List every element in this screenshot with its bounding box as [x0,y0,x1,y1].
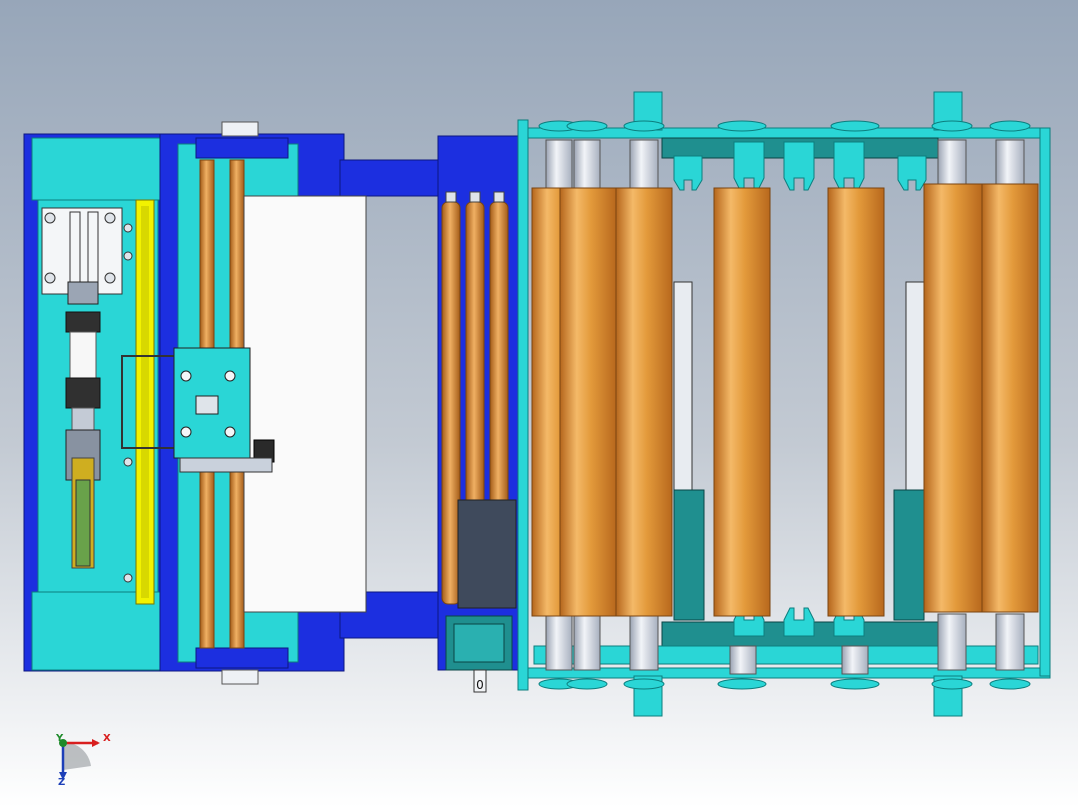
clevis-top [67,281,99,305]
mount-slot-right [87,211,99,283]
side-slide-rail-left [673,281,693,493]
shaft-end-bottom [629,613,659,671]
screw-head [123,573,133,583]
cylinder-rod-lower [71,407,95,431]
side-block-left [673,489,705,621]
shaft-end-bottom [841,645,869,675]
slot-inner [75,479,91,567]
orientation-triad [59,739,100,780]
lever-arm [179,457,273,473]
side-block-right [893,489,925,621]
bearing-boss [931,678,973,690]
cylinder-body-black [65,311,101,333]
frame-left-plate [517,119,529,691]
bearing-block-top [195,137,289,159]
hook-bracket [783,141,815,191]
mount-slot-left [69,211,81,283]
x-axis-label: X [103,733,111,744]
hook-bracket [897,155,927,191]
screw-head [104,272,116,284]
center-bearing [195,395,219,415]
cad-viewport[interactable]: 0 X Y Z [0,0,1078,808]
y-axis-label: Y [56,733,64,744]
bearing-block-bottom [195,647,289,669]
bridge-bar [339,159,441,197]
screw-head [224,370,236,382]
large-copper-rollers[interactable] [531,183,1039,617]
large-roller-5 [827,187,885,617]
roller-end-cap [445,191,457,203]
hook-bracket [733,141,765,191]
shaft-end-bottom [995,613,1025,671]
bearing-boss [717,678,767,690]
left-carriage-assembly[interactable] [23,133,167,672]
pinch-roller-1 [441,201,461,605]
yellow-rail-inner [141,206,149,598]
roller-end-cap [493,191,505,203]
bearing-boss [830,678,880,690]
roller-end-cap [469,191,481,203]
large-roller-4 [713,187,771,617]
large-roller-6 [923,183,983,613]
shaft-cap-bottom [221,669,259,685]
large-roller-7 [981,183,1039,613]
screw-head [123,457,133,467]
shaft-end-top [545,139,573,191]
screw-head [123,251,133,261]
side-slide-rail-right [905,281,925,493]
bearing-boss [566,678,608,690]
bearing-boss [989,120,1031,132]
screw-head [224,426,236,438]
shaft-end-top [937,139,967,191]
cylinder-body-black-2 [65,377,101,409]
frame-right-plate [1039,127,1051,677]
screw-head [180,426,192,438]
bearing-boss [931,120,973,132]
triple-pinch-rollers[interactable] [441,191,517,609]
shaft-end-top [629,139,659,191]
shaft-end-bottom [729,645,757,675]
bearing-boss [830,120,880,132]
large-roller-3 [615,187,673,617]
hook-bracket [783,607,815,637]
shaft-end-top [573,139,601,191]
bearing-boss [623,120,665,132]
bearing-boss [989,678,1031,690]
hook-bracket [833,141,865,191]
white-shield-panel [243,195,367,613]
screw-head [44,212,56,224]
shaft-end-bottom [573,613,601,671]
carriage-plate-top [31,137,161,201]
machine-assembly-drawing[interactable]: 0 [0,0,1078,808]
gearbox-housing [457,499,517,609]
bearing-boss [623,678,665,690]
large-roller-2 [559,187,617,617]
screw-head [104,212,116,224]
gear-motor-flange [453,623,505,663]
z-axis-label: Z [58,777,66,788]
screw-head [44,272,56,284]
piston-rod [69,331,97,381]
shaft-end-bottom [937,613,967,671]
x-arrow-head [92,739,100,747]
hook-bracket [673,155,703,191]
screw-head [123,223,133,233]
triad-shadow [63,741,91,770]
shaft-cap-top [221,121,259,137]
shaft-end-bottom [545,613,573,671]
bearing-boss [717,120,767,132]
bearing-boss [566,120,608,132]
gear-motor[interactable]: 0 [445,615,513,693]
shaft-end-top [995,139,1025,191]
motor-shaft-label: 0 [476,678,484,692]
screw-head [180,370,192,382]
